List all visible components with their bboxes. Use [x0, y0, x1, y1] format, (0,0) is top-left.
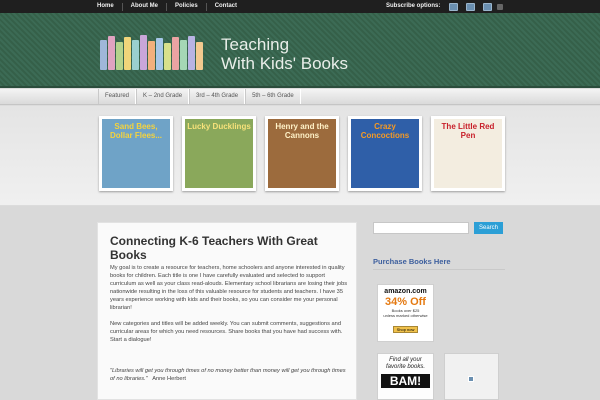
site-title-line1: Teaching — [221, 35, 290, 54]
bam-logo: BAM! — [381, 374, 430, 388]
tab-3rd-4th-grade[interactable]: 3rd – 4th Grade — [189, 89, 246, 104]
post-paragraph: New categories and titles will be added … — [110, 321, 343, 335]
subscribe-label: Subscribe options: — [386, 3, 441, 9]
featured-book-5[interactable]: The Little Red Pen — [431, 116, 505, 191]
bam-ad[interactable]: Find all your favorite books. BAM! — [377, 353, 434, 400]
post-title[interactable]: Connecting K-6 Teachers With Great Books — [110, 234, 340, 262]
purchase-books-title: Purchase Books Here — [373, 257, 451, 266]
divider — [373, 269, 505, 270]
category-nav: Featured K – 2nd Grade 3rd – 4th Grade 5… — [0, 89, 600, 105]
book-title: Lucky Ducklings — [187, 122, 251, 131]
tab-5th-6th-grade[interactable]: 5th – 6th Grade — [245, 89, 301, 104]
tab-k-2nd-grade[interactable]: K – 2nd Grade — [136, 89, 190, 104]
bam-tagline: Find all your favorite books. — [385, 357, 426, 370]
site-title[interactable]: Teaching With Kids' Books — [221, 35, 348, 73]
post-body: My goal is to create a resource for teac… — [110, 264, 350, 344]
tab-featured[interactable]: Featured — [98, 89, 137, 104]
search-input[interactable] — [373, 222, 469, 234]
amazon-logo: amazon.com — [384, 288, 427, 295]
search-button[interactable]: Search — [474, 222, 503, 234]
nav-about-me[interactable]: About Me — [131, 2, 158, 11]
nav-divider — [205, 3, 207, 11]
linkedin-icon[interactable] — [483, 3, 492, 11]
post-paragraph: Start a dialogue! — [110, 337, 152, 343]
logo-books-icon[interactable] — [100, 32, 208, 70]
book-title: Henry and the Cannons — [275, 122, 329, 140]
nav-contact[interactable]: Contact — [215, 2, 237, 11]
broken-image-icon — [468, 376, 474, 382]
quote-author: Anne Herbert — [152, 376, 187, 382]
amazon-ad[interactable]: amazon.com 34% Off Books over $25 unless… — [377, 284, 434, 342]
nav-divider — [166, 3, 167, 11]
site-title-line2: With Kids' Books — [221, 54, 349, 73]
featured-book-1[interactable]: Sand Bees, Dollar Flees... — [99, 116, 173, 191]
facebook-icon[interactable] — [449, 3, 458, 11]
amazon-shop-button[interactable]: Shop now — [392, 326, 419, 333]
featured-book-2[interactable]: Lucky Ducklings — [182, 116, 256, 191]
twitter-icon[interactable] — [466, 3, 475, 11]
book-title: Sand Bees, Dollar Flees... — [109, 122, 163, 140]
book-title: Crazy Concoctions — [360, 122, 410, 140]
amazon-discount: 34% Off — [385, 296, 426, 308]
nav-policies[interactable]: Policies — [175, 2, 198, 11]
post-paragraph: My goal is to create a resource for teac… — [110, 265, 348, 311]
nav-home[interactable]: Home — [97, 2, 114, 11]
amazon-fineprint: unless marked otherwise — [383, 313, 428, 318]
rss-icon[interactable] — [497, 4, 503, 10]
featured-book-3[interactable]: Henry and the Cannons — [265, 116, 339, 191]
nav-divider — [121, 3, 123, 11]
top-nav: Home About Me Policies Contact — [97, 2, 237, 11]
quote-text: "Libraries will get you through times of… — [110, 368, 346, 382]
post-quote: "Libraries will get you through times of… — [110, 367, 350, 383]
top-bar — [0, 0, 600, 13]
book-title: The Little Red Pen — [441, 122, 495, 140]
featured-book-4[interactable]: Crazy Concoctions — [348, 116, 422, 191]
